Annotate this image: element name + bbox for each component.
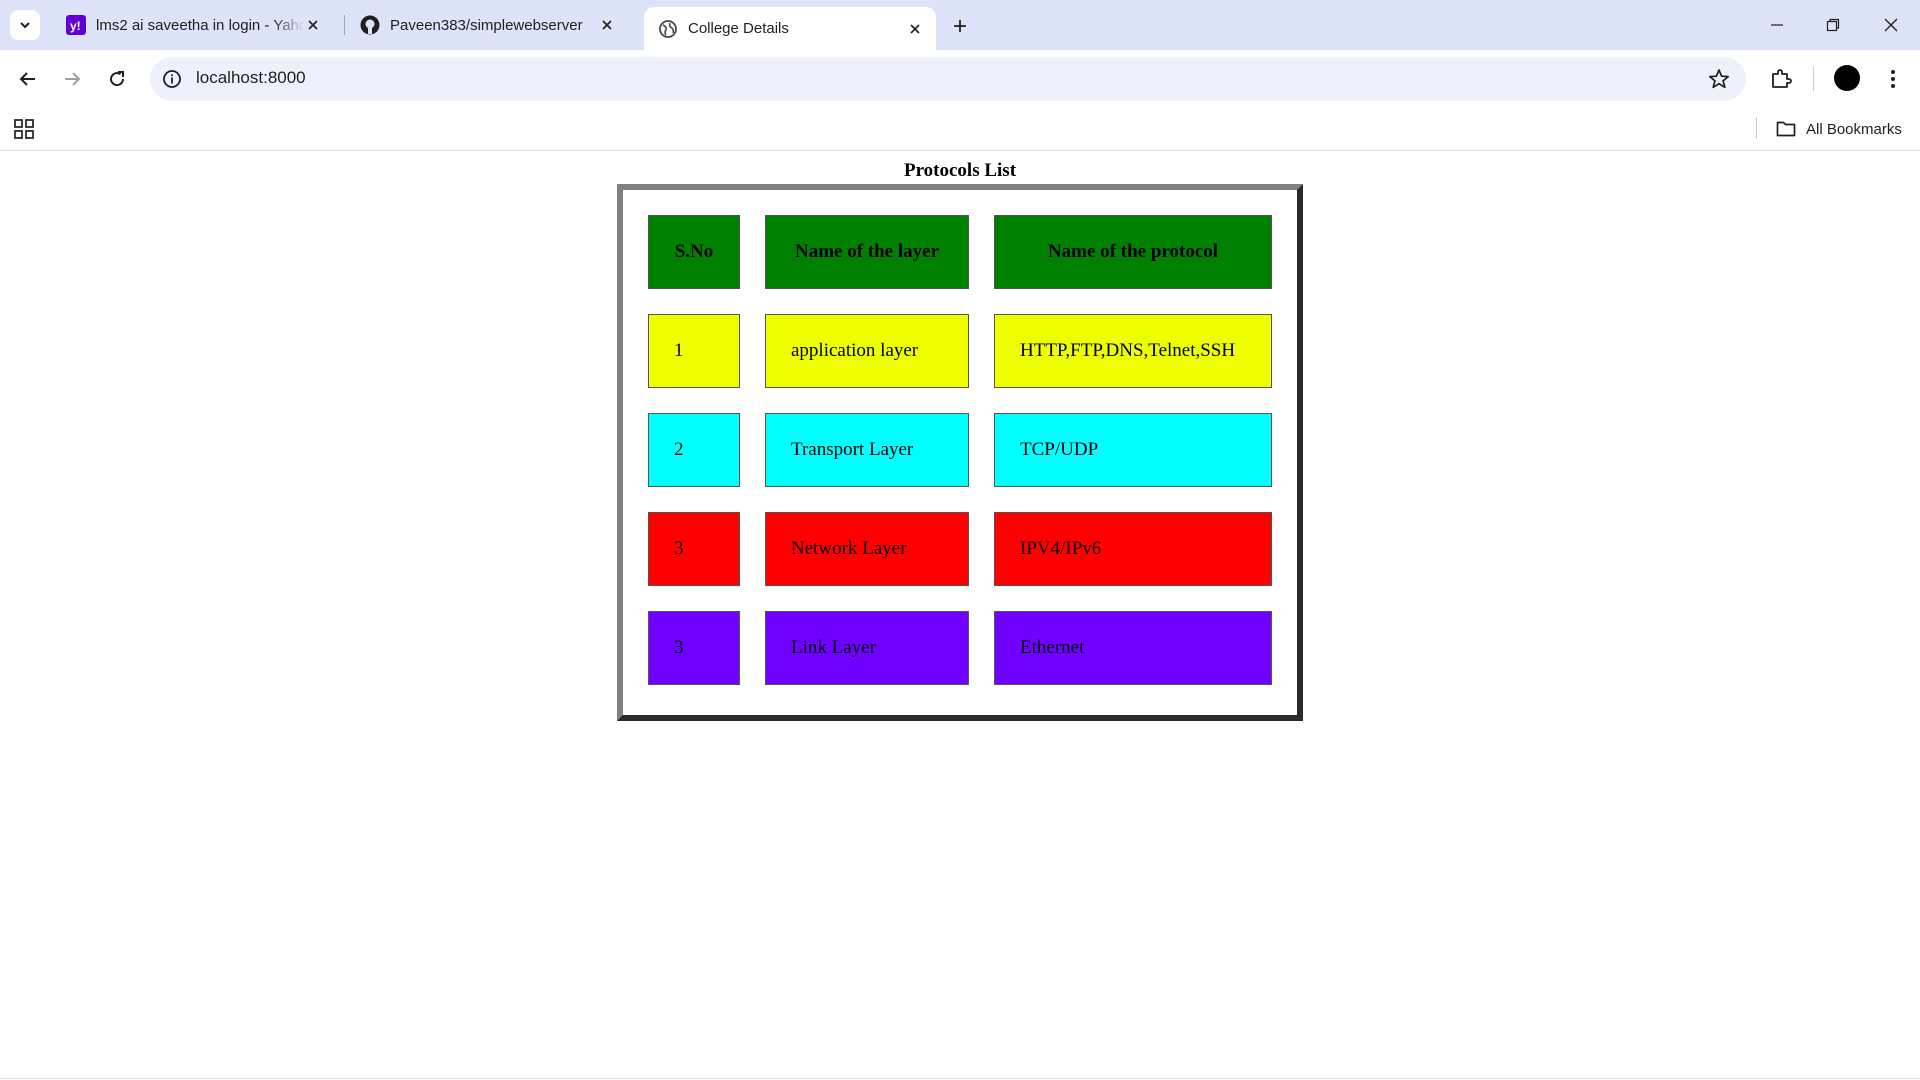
forward-button[interactable] — [57, 64, 87, 94]
chevron-down-icon — [20, 22, 30, 29]
cell-layer: Transport Layer — [765, 413, 969, 487]
url-text[interactable]: localhost:8000 — [196, 68, 306, 88]
tab-search-button[interactable] — [10, 10, 40, 40]
cell-protocol: HTTP,FTP,DNS,Telnet,SSH — [994, 314, 1272, 388]
folder-icon — [1776, 121, 1796, 137]
close-icon[interactable] — [598, 16, 616, 34]
cell-sno: 3 — [648, 512, 740, 586]
puzzle-icon — [1772, 69, 1792, 88]
bookmarks-bar: All Bookmarks — [0, 108, 1920, 151]
table-row: 2 Transport Layer TCP/UDP — [648, 413, 1272, 487]
back-button[interactable] — [13, 64, 43, 94]
all-bookmarks-label: All Bookmarks — [1806, 120, 1902, 138]
minimize-icon — [1771, 24, 1783, 26]
cell-sno: 1 — [648, 314, 740, 388]
toolbar-divider — [1813, 67, 1814, 91]
yahoo-icon: y! — [66, 15, 86, 35]
close-icon[interactable] — [304, 16, 322, 34]
arrow-right-icon — [65, 72, 81, 86]
minimize-button[interactable] — [1762, 10, 1792, 40]
table-row: 3 Link Layer Ethernet — [648, 611, 1272, 685]
globe-icon — [659, 19, 677, 38]
tab-github[interactable]: Paveen383/simplewebserver — [346, 7, 628, 43]
reload-button[interactable] — [102, 64, 132, 94]
protocols-table: S.No Name of the layer Name of the proto… — [623, 190, 1297, 710]
page-title: Protocols List — [903, 160, 1017, 181]
cell-layer: Link Layer — [765, 611, 969, 685]
tab-strip: y! lms2 ai saveetha in login - Yahoo Pav… — [0, 0, 1920, 50]
cell-sno: 2 — [648, 413, 740, 487]
bookmarks-divider — [1756, 117, 1757, 139]
plus-icon — [954, 20, 966, 32]
tab-separator — [344, 15, 345, 35]
info-icon[interactable] — [162, 69, 182, 89]
new-tab-button[interactable] — [946, 12, 974, 40]
cell-protocol: IPV4/IPv6 — [994, 512, 1272, 586]
tab-title: College Details — [688, 20, 789, 37]
menu-button[interactable] — [1878, 64, 1908, 94]
restore-button[interactable] — [1818, 10, 1848, 40]
header-layer: Name of the layer — [765, 215, 969, 289]
close-icon[interactable] — [906, 20, 924, 38]
header-protocol: Name of the protocol — [994, 215, 1272, 289]
close-window-button[interactable] — [1876, 10, 1906, 40]
extensions-button[interactable] — [1766, 64, 1796, 94]
cell-layer: application layer — [765, 314, 969, 388]
page-bottom-edge — [0, 1078, 1920, 1079]
table-header-row: S.No Name of the layer Name of the proto… — [648, 215, 1272, 289]
cell-layer: Network Layer — [765, 512, 969, 586]
restore-icon — [1826, 18, 1840, 32]
tab-yahoo[interactable]: y! lms2 ai saveetha in login - Yahoo — [52, 7, 334, 43]
cell-protocol: Ethernet — [994, 611, 1272, 685]
tab-title: Paveen383/simplewebserver — [390, 16, 583, 34]
arrow-left-icon — [19, 72, 35, 86]
protocols-table-frame: S.No Name of the layer Name of the proto… — [617, 184, 1303, 721]
apps-grid-icon[interactable] — [13, 118, 35, 140]
cell-sno: 3 — [648, 611, 740, 685]
tab-title: lms2 ai saveetha in login - Yahoo — [96, 16, 304, 34]
reload-icon — [110, 71, 125, 87]
table-row: 3 Network Layer IPV4/IPv6 — [648, 512, 1272, 586]
star-icon[interactable] — [1708, 68, 1730, 90]
svg-text:y!: y! — [70, 19, 81, 33]
close-icon — [1884, 18, 1898, 32]
cell-protocol: TCP/UDP — [994, 413, 1272, 487]
tab-college-details[interactable]: College Details — [644, 7, 936, 50]
kebab-menu-icon — [1891, 70, 1895, 88]
address-bar[interactable]: localhost:8000 — [150, 57, 1746, 101]
profile-avatar[interactable] — [1834, 65, 1860, 91]
header-sno: S.No — [648, 215, 740, 289]
github-icon — [360, 15, 380, 35]
all-bookmarks-button[interactable]: All Bookmarks — [1776, 117, 1902, 141]
table-row: 1 application layer HTTP,FTP,DNS,Telnet,… — [648, 314, 1272, 388]
browser-toolbar: localhost:8000 — [0, 50, 1920, 108]
